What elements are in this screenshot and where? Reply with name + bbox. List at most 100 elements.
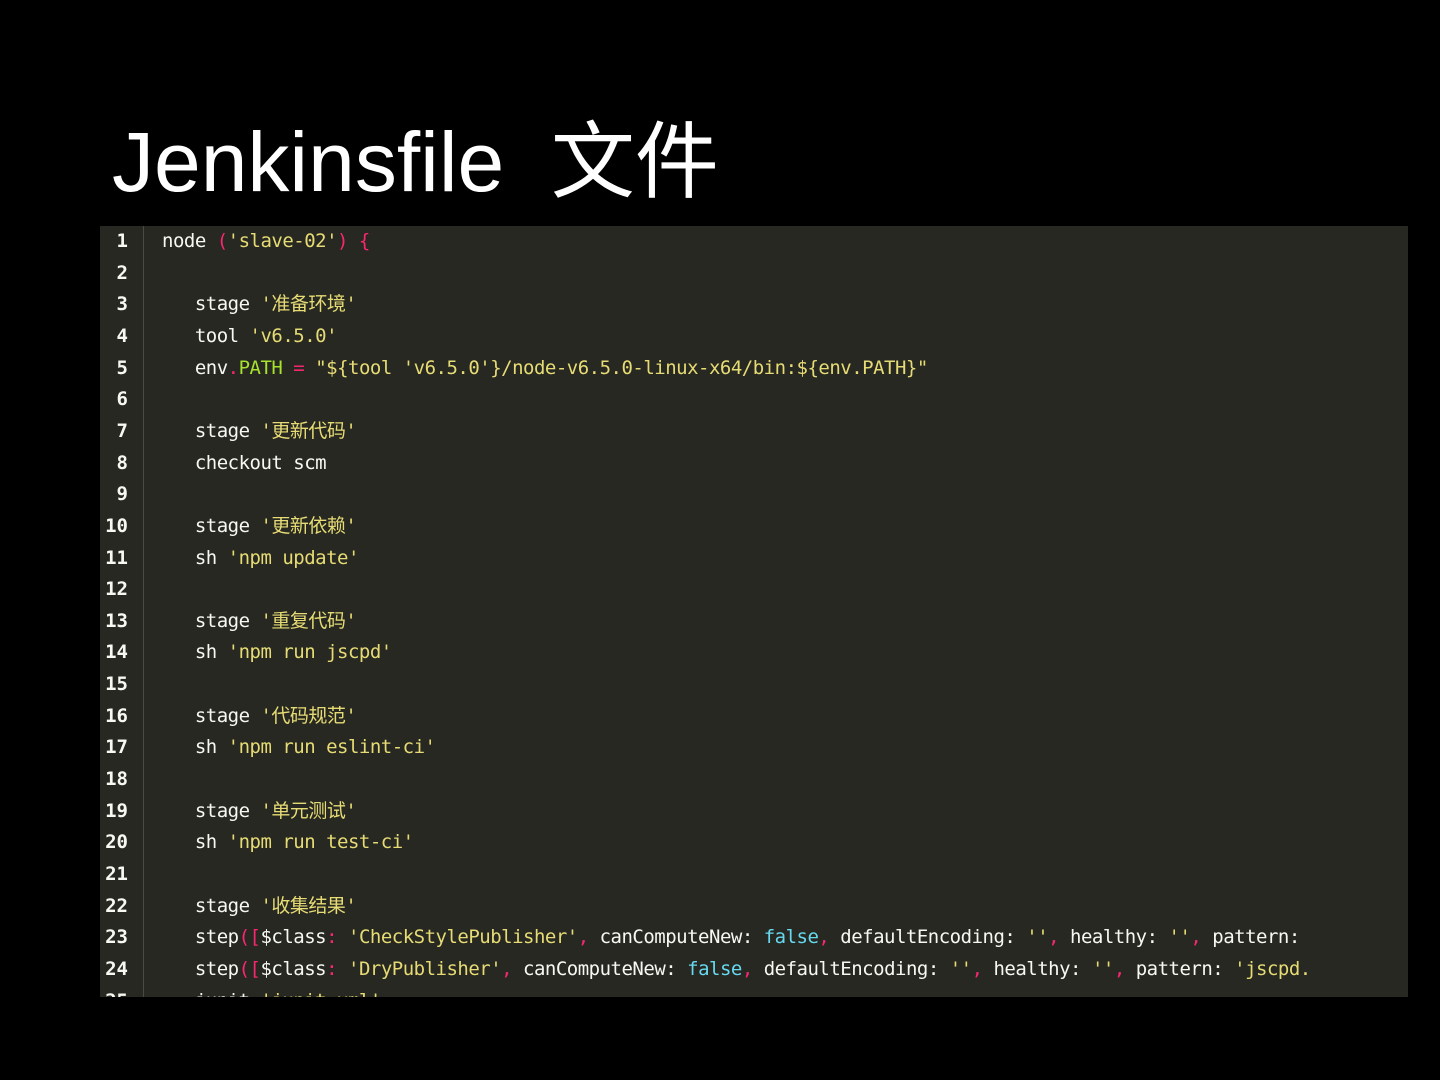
code-token: sh — [162, 736, 228, 759]
code-text: stage '代码规范' — [162, 701, 357, 733]
code-token: ([ — [238, 926, 261, 949]
line-number: 8 — [116, 451, 128, 474]
code-text: step([$class: 'DryPublisher', canCompute… — [162, 954, 1311, 986]
code-token: stage — [162, 293, 261, 316]
code-token: '' — [1091, 957, 1114, 980]
code-text: checkout scm — [162, 448, 327, 480]
slide-title: Jenkinsfile 文件 — [112, 115, 719, 209]
code-token: sh — [162, 546, 228, 569]
code-text: stage '更新代码' — [162, 416, 357, 448]
code-text: stage '收集结果' — [162, 891, 357, 923]
code-text: sh 'npm run jscpd' — [162, 637, 392, 669]
code-token: defaultEncoding: — [763, 957, 950, 980]
code-token: 'v6.5.0' — [249, 324, 338, 347]
code-token: : — [326, 957, 348, 980]
code-token: sh — [162, 641, 228, 664]
code-token: pattern: — [1212, 926, 1311, 949]
line-number: 4 — [116, 324, 128, 347]
code-token: '更新依赖' — [260, 514, 357, 537]
code-token: node — [162, 230, 217, 252]
code-token: ([ — [238, 957, 261, 980]
code-text: tool 'v6.5.0' — [162, 321, 338, 353]
code-text: stage '单元测试' — [162, 796, 357, 828]
code-token: pattern: — [1135, 957, 1235, 980]
line-number: 2 — [116, 261, 128, 284]
line-number: 19 — [105, 799, 128, 822]
code-token: healthy: — [1070, 926, 1169, 949]
code-text: sh 'npm update' — [162, 543, 360, 575]
code-token: canComputeNew: — [599, 926, 764, 949]
code-token: ( — [216, 230, 228, 252]
code-text: stage '准备环境' — [162, 289, 357, 321]
code-token: = — [282, 356, 316, 379]
line-number: 23 — [105, 926, 128, 949]
code-token: 'slave-02' — [227, 230, 338, 252]
code-text: step([$class: 'CheckStylePublisher', can… — [162, 922, 1311, 954]
code-token: 'junit.xml' — [260, 990, 381, 997]
code-token: stage — [162, 799, 261, 822]
code-token: checkout scm — [162, 451, 327, 474]
code-token: , — [501, 957, 524, 980]
code-token: env — [162, 356, 228, 379]
code-token: , — [1048, 926, 1071, 949]
code-token: '代码规范' — [260, 704, 357, 727]
code-editor: 1 node ('slave-02') {2 3 stage '准备环境' 4 too… — [100, 226, 1408, 997]
code-token: stage — [162, 609, 261, 632]
code-token: '收集结果' — [260, 894, 357, 917]
line-number: 24 — [105, 957, 128, 980]
line-number: 21 — [105, 863, 128, 885]
code-token: stage — [162, 704, 261, 727]
code-token: false — [687, 957, 742, 980]
line-number: 13 — [105, 609, 128, 632]
code-token: stage — [162, 514, 261, 537]
code-text: sh 'npm run eslint-ci' — [162, 732, 436, 764]
code-token: canComputeNew: — [523, 957, 688, 980]
code-token: '更新代码' — [260, 419, 357, 442]
code-token: '' — [949, 957, 972, 980]
code-token: , — [741, 957, 764, 980]
line-number: 7 — [116, 419, 128, 442]
code-token: step — [162, 926, 239, 949]
code-token: "${tool 'v6.5.0'}/node-v6.5.0-linux-x64/… — [315, 356, 928, 379]
code-text: env.PATH = "${tool 'v6.5.0'}/node-v6.5.0… — [162, 353, 928, 385]
line-number: 17 — [105, 736, 128, 759]
code-token: 'npm run test-ci' — [227, 831, 414, 854]
code-token: 'npm update' — [227, 546, 360, 569]
line-number: 5 — [116, 356, 128, 379]
code-text: junit 'junit.xml' — [162, 986, 381, 997]
gutter-divider — [143, 226, 144, 997]
code-token: , — [818, 926, 841, 949]
code-token: healthy: — [993, 957, 1092, 980]
code-token: $class — [260, 926, 327, 949]
code-token: . — [227, 356, 239, 379]
line-number: 20 — [105, 831, 128, 854]
code-token: ) { — [337, 230, 370, 252]
code-token: '重复代码' — [260, 609, 357, 632]
code-token: tool — [162, 324, 250, 347]
line-number: 25 — [100, 986, 128, 997]
code-token: , — [1190, 926, 1213, 949]
line-number: 22 — [105, 894, 128, 917]
line-number: 18 — [105, 768, 128, 791]
code-token: defaultEncoding: — [840, 926, 1027, 949]
code-token: stage — [162, 894, 261, 917]
line-number: 15 — [105, 673, 128, 696]
code-token: , — [577, 926, 600, 949]
line-number: 3 — [116, 293, 128, 316]
code-token: , — [1113, 957, 1136, 980]
code-token: $class — [260, 957, 327, 980]
line-number: 10 — [105, 514, 128, 537]
line-number: 1 — [116, 230, 128, 252]
code-token: , — [971, 957, 994, 980]
code-text: stage '更新依赖' — [162, 511, 357, 543]
line-number: 14 — [105, 641, 128, 664]
code-token: '准备环境' — [260, 293, 357, 316]
code-token: 'npm run jscpd' — [227, 641, 393, 664]
code-token: 'DryPublisher' — [348, 957, 502, 980]
code-token: 'CheckStylePublisher' — [348, 926, 578, 949]
code-text: node ('slave-02') { — [162, 226, 370, 258]
line-number: 6 — [116, 388, 128, 411]
code-token: '' — [1026, 926, 1049, 949]
code-token: '单元测试' — [260, 799, 357, 822]
code-token: sh — [162, 831, 228, 854]
